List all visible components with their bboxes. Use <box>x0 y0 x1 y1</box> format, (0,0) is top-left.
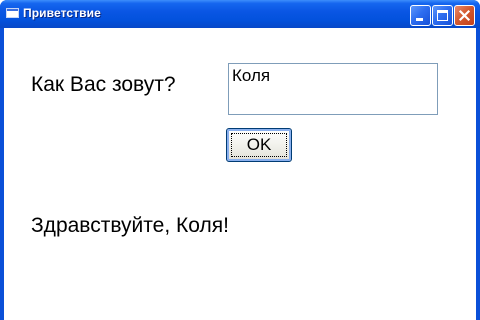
maximize-button[interactable] <box>432 5 453 26</box>
window-title: Приветствие <box>23 6 101 20</box>
greeting-text: Здравствуйте, Коля! <box>31 214 229 237</box>
minimize-icon <box>416 18 423 21</box>
ok-button[interactable]: OK <box>226 128 292 162</box>
maximize-icon <box>437 10 448 21</box>
close-icon <box>458 9 471 22</box>
ok-button-label: OK <box>246 135 272 154</box>
name-question-label: Как Вас зовут? <box>31 73 176 96</box>
title-bar[interactable]: Приветствие <box>0 0 480 28</box>
name-input[interactable]: Коля <box>228 63 438 115</box>
minimize-button[interactable] <box>410 5 431 26</box>
close-button[interactable] <box>454 5 475 26</box>
window-client-area: Как Вас зовут? Коля OK Здравствуйте, Кол… <box>4 28 476 320</box>
window-app-icon <box>6 8 19 18</box>
app-window: Приветствие Как Вас зовут? Коля OK Здрав… <box>0 0 480 320</box>
